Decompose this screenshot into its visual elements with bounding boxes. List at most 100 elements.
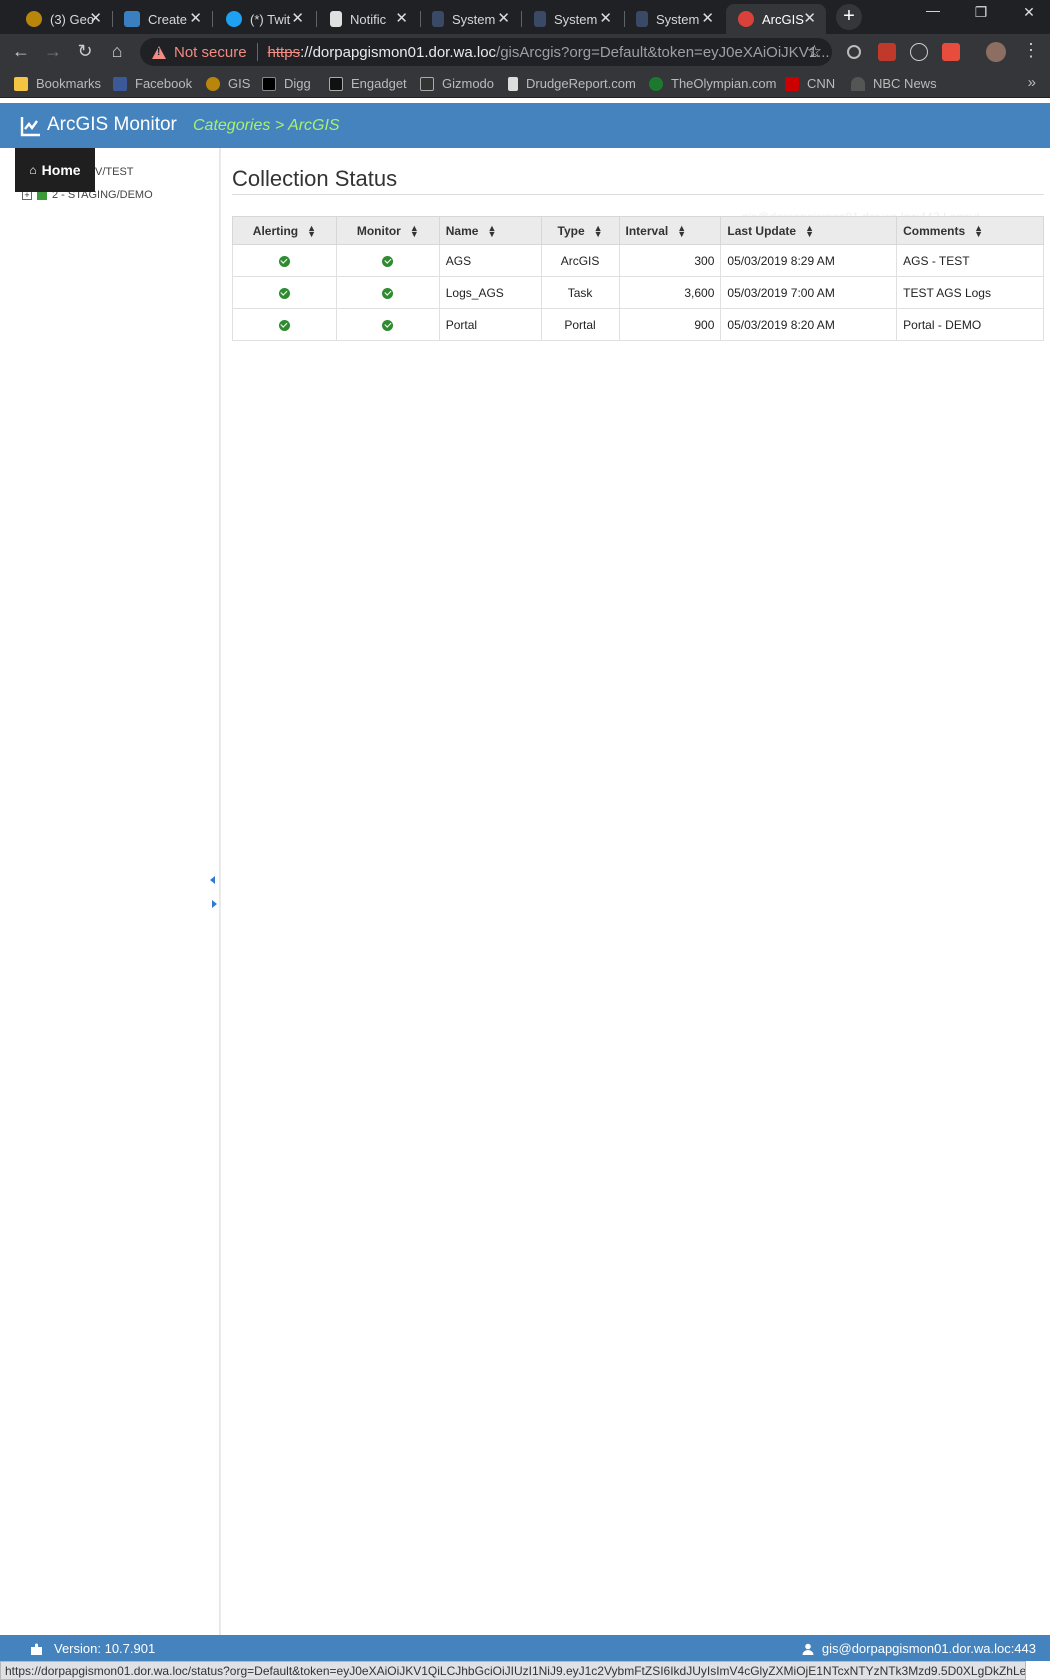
collapse-left-arrow-icon[interactable] bbox=[210, 876, 215, 884]
pane-splitter[interactable] bbox=[220, 148, 221, 1635]
bookmark-item[interactable]: Bookmarks bbox=[14, 76, 101, 91]
reload-icon[interactable]: ↻ bbox=[74, 41, 96, 62]
column-label: Comments bbox=[903, 223, 966, 238]
minimize-icon[interactable]: — bbox=[918, 2, 948, 18]
bookmark-item[interactable]: DrudgeReport.com bbox=[508, 76, 636, 91]
browser-tab[interactable]: (*) Twit ✕ bbox=[214, 4, 314, 34]
sort-icon[interactable]: ▲ ▼ bbox=[307, 224, 316, 239]
browser-status-bar: https://dorpapgismon01.dor.wa.loc/status… bbox=[0, 1661, 1026, 1680]
url-scheme: https bbox=[267, 43, 301, 61]
tab-close-icon[interactable]: ✕ bbox=[497, 11, 510, 27]
tab-label: System bbox=[554, 11, 598, 27]
breadcrumb[interactable]: Categories > ArcGIS bbox=[193, 117, 340, 135]
browser-tab[interactable]: System ✕ bbox=[420, 4, 520, 34]
table-row[interactable]: AGS ArcGIS 300 05/03/2019 8:29 AM AGS - … bbox=[232, 244, 1044, 277]
bookmark-item[interactable]: NBC News bbox=[851, 76, 937, 91]
column-label: Interval bbox=[625, 223, 669, 238]
tree-item-dev-test[interactable]: V/TEST bbox=[95, 166, 134, 178]
tab-label: ArcGIS bbox=[762, 11, 804, 27]
todo-extension-icon[interactable] bbox=[942, 43, 960, 61]
wordpress-extension-icon[interactable] bbox=[910, 43, 928, 61]
home-button[interactable]: ⌂ Home bbox=[15, 148, 95, 192]
bookmark-label: GIS bbox=[228, 76, 251, 91]
menu-kebab-icon[interactable]: ⋮ bbox=[1020, 40, 1042, 61]
pdf-extension-icon[interactable] bbox=[878, 43, 896, 61]
extension-circle-icon[interactable] bbox=[847, 45, 861, 59]
sort-icon[interactable]: ▲ ▼ bbox=[677, 224, 686, 239]
comments-cell: TEST AGS Logs bbox=[896, 276, 1044, 309]
security-label[interactable]: Not secure bbox=[174, 44, 247, 61]
check-circle-icon bbox=[278, 255, 290, 267]
sort-icon[interactable]: ▲ ▼ bbox=[805, 224, 814, 239]
bookmark-label: DrudgeReport.com bbox=[526, 76, 636, 91]
sort-icon[interactable]: ▲ ▼ bbox=[487, 224, 496, 239]
bookmark-item[interactable]: Facebook bbox=[113, 76, 192, 91]
table-header-row: Alerting ▲ ▼ Monitor ▲ ▼ Name ▲ ▼ Type ▲ ▼ Inter… bbox=[232, 216, 1044, 245]
browser-tab[interactable]: System ✕ bbox=[624, 4, 724, 34]
monitor-logo-icon bbox=[20, 117, 40, 137]
home-label: Home bbox=[41, 162, 81, 178]
name-cell[interactable]: Portal bbox=[438, 308, 542, 341]
house-icon: ⌂ bbox=[29, 163, 37, 177]
bookmark-item[interactable]: Engadget bbox=[329, 76, 407, 91]
check-circle-icon bbox=[382, 287, 394, 299]
column-label: Type bbox=[557, 223, 585, 238]
table-row[interactable]: Portal Portal 900 05/03/2019 8:20 AM Por… bbox=[232, 308, 1044, 341]
tab-close-icon[interactable]: ✕ bbox=[395, 11, 408, 27]
bookmark-item[interactable]: GIS bbox=[206, 76, 250, 91]
sort-icon[interactable]: ▲ ▼ bbox=[594, 224, 603, 239]
browser-tab-active[interactable]: ArcGIS ✕ bbox=[726, 4, 826, 34]
bookmark-item[interactable]: Gizmodo bbox=[420, 76, 494, 91]
sort-icon[interactable]: ▲ ▼ bbox=[974, 224, 983, 239]
column-header-type[interactable]: Type ▲ ▼ bbox=[540, 216, 620, 245]
bookmark-item[interactable]: Digg bbox=[262, 76, 311, 91]
forward-arrow-icon[interactable]: → bbox=[42, 41, 64, 62]
address-bar[interactable]: Not secure https ://dorpapgismon01.dor.w… bbox=[140, 38, 832, 66]
column-header-comments[interactable]: Comments ▲ ▼ bbox=[896, 216, 1044, 245]
tab-favicon-icon bbox=[124, 11, 140, 27]
restore-icon[interactable]: ❐ bbox=[966, 4, 996, 21]
expand-right-arrow-icon[interactable] bbox=[212, 900, 217, 908]
bookmark-item[interactable]: TheOlympian.com bbox=[649, 76, 776, 91]
name-cell[interactable]: AGS bbox=[438, 244, 542, 277]
close-window-icon[interactable]: ✕ bbox=[1014, 4, 1044, 21]
table-row[interactable]: Logs_AGS Task 3,600 05/03/2019 7:00 AM T… bbox=[232, 276, 1044, 309]
tab-close-icon[interactable]: ✕ bbox=[89, 11, 102, 27]
browser-tab[interactable]: (3) Geo ✕ bbox=[14, 4, 112, 34]
check-circle-icon bbox=[382, 319, 394, 331]
bookmark-item[interactable]: CNN bbox=[785, 76, 835, 91]
column-header-last-update[interactable]: Last Update ▲ ▼ bbox=[720, 216, 898, 245]
column-label: Name bbox=[445, 223, 479, 238]
browser-tab[interactable]: Notific ✕ bbox=[318, 4, 418, 34]
profile-avatar[interactable] bbox=[986, 42, 1006, 62]
browser-tab[interactable]: Create ✕ bbox=[112, 4, 212, 34]
tab-close-icon[interactable]: ✕ bbox=[803, 11, 816, 27]
bookmark-star-icon[interactable]: ☆ bbox=[807, 42, 822, 62]
tab-separator bbox=[316, 11, 317, 27]
browser-toolbar: ← → ↻ ⌂ Not secure https ://dorpapgismon… bbox=[0, 34, 1050, 70]
app-footer: Version: 10.7.901 gis@dorpapgismon01.dor… bbox=[0, 1635, 1050, 1661]
column-header-name[interactable]: Name ▲ ▼ bbox=[438, 216, 542, 245]
last-update-cell: 05/03/2019 8:29 AM bbox=[720, 244, 898, 277]
tree-item-label: V/TEST bbox=[95, 166, 134, 178]
new-tab-button[interactable]: + bbox=[836, 4, 862, 30]
column-header-monitor[interactable]: Monitor ▲ ▼ bbox=[335, 216, 440, 245]
last-update-cell: 05/03/2019 7:00 AM bbox=[720, 276, 898, 309]
sort-icon[interactable]: ▲ ▼ bbox=[410, 224, 419, 239]
tab-label: Notific bbox=[350, 11, 387, 27]
tab-close-icon[interactable]: ✕ bbox=[701, 11, 714, 27]
footer-user[interactable]: gis@dorpapgismon01.dor.wa.loc:443 bbox=[802, 1641, 1036, 1656]
app-title[interactable]: ArcGIS Monitor bbox=[47, 114, 177, 136]
column-header-alerting[interactable]: Alerting ▲ ▼ bbox=[232, 216, 337, 245]
back-arrow-icon[interactable]: ← bbox=[10, 41, 32, 62]
column-header-interval[interactable]: Interval ▲ ▼ bbox=[618, 216, 722, 245]
name-cell[interactable]: Logs_AGS bbox=[438, 276, 542, 309]
tab-close-icon[interactable]: ✕ bbox=[291, 11, 304, 27]
bookmark-label: NBC News bbox=[873, 76, 937, 91]
gizmodo-icon bbox=[420, 76, 434, 91]
tab-close-icon[interactable]: ✕ bbox=[599, 11, 612, 27]
more-bookmarks-icon[interactable]: » bbox=[1028, 74, 1036, 91]
tab-close-icon[interactable]: ✕ bbox=[189, 11, 202, 27]
home-icon[interactable]: ⌂ bbox=[106, 41, 128, 62]
browser-tab[interactable]: System ✕ bbox=[522, 4, 622, 34]
